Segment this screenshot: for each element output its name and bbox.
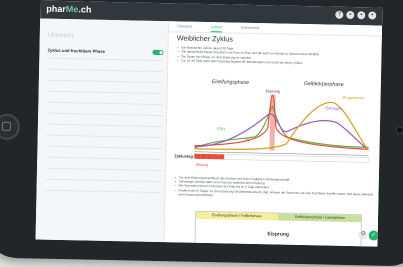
day-cell-bleeding xyxy=(206,154,213,160)
estrogen-label: Östrogen xyxy=(325,105,342,110)
day-cell-bleeding xyxy=(194,153,201,159)
logo-suffix: .ch xyxy=(78,4,92,15)
camera-lens xyxy=(395,125,403,135)
menu-icon[interactable]: • xyxy=(368,11,377,20)
logo-accent: Me xyxy=(65,4,79,15)
divider xyxy=(44,189,161,193)
divider xyxy=(46,112,163,116)
ovulation-label: Eisprung xyxy=(266,89,280,93)
cycle-day-label: Zyklustag xyxy=(174,153,193,158)
day-cell-bleeding xyxy=(200,153,207,160)
divider xyxy=(45,145,162,149)
settings-fab-icon[interactable]: ⚙ xyxy=(358,230,368,240)
toggle-switch[interactable] xyxy=(152,49,164,55)
tab-lernen[interactable]: Lernen xyxy=(211,25,222,29)
home-square-icon xyxy=(1,121,11,131)
sidebar-item-label: Zyklus und fruchtbare Phase xyxy=(47,47,106,54)
phase-table-header-follicular: Eireifungsphase / Follikelphase xyxy=(195,211,279,221)
confirm-fab-icon[interactable]: ✓ xyxy=(368,230,379,241)
divider xyxy=(46,101,163,105)
sidebar: Übersicht Zyklus und fruchtbare Phase xyxy=(35,18,170,243)
main-content: Übersicht Lernen Kommentar Weiblicher Zy… xyxy=(164,21,383,247)
phase-table-header-luteal: Gelbkörperphase / Lutealphase xyxy=(278,213,362,223)
bell-icon[interactable]: • xyxy=(346,10,355,20)
divider xyxy=(46,90,163,94)
tab-uebersicht[interactable]: Übersicht xyxy=(177,24,192,28)
divider xyxy=(44,178,161,182)
progesterone-label: Progesteron xyxy=(343,95,365,100)
help-icon[interactable]: ? xyxy=(335,10,344,19)
bleeding-label: Blutung xyxy=(196,163,208,167)
divider xyxy=(47,57,164,61)
app-logo[interactable]: pharMe.ch xyxy=(46,4,91,15)
logo-prefix: phar xyxy=(46,3,66,15)
lh-label: LH xyxy=(245,137,250,142)
follicular-phase-label: Eireifungsphase xyxy=(212,79,249,86)
home-button[interactable] xyxy=(0,113,21,141)
day-cells-row xyxy=(224,154,369,163)
fsh-label: FSH xyxy=(217,126,225,131)
app-screen: pharMe.ch ? • • • Übersicht Zyklus und f… xyxy=(35,0,383,247)
divider xyxy=(45,123,162,127)
cycle-hormone-chart: Eireifungsphase Gelbkörperphase Eisprung… xyxy=(174,79,369,167)
sidebar-item-zyklus[interactable]: Zyklus und fruchtbare Phase xyxy=(47,45,164,57)
detail-bullets: Vor dem Eisprung beeinflusst das Hormon … xyxy=(173,175,374,200)
divider xyxy=(46,79,163,83)
tab-kommentar[interactable]: Kommentar xyxy=(241,26,260,30)
phase-table: Eireifungsphase / Follikelphase Gelbkörp… xyxy=(194,210,363,247)
day-cell-bleeding xyxy=(212,154,219,160)
page-title: Weiblicher Zyklus xyxy=(176,33,234,44)
tablet-frame: pharMe.ch ? • • • Übersicht Zyklus und f… xyxy=(0,0,403,267)
divider xyxy=(45,134,162,138)
intro-bullets: Ein klassischer Zyklus dauert 28 Tage Di… xyxy=(176,45,377,67)
luteal-phase-label: Gelbkörperphase xyxy=(304,81,344,88)
phase-table-row-label: Eisprung xyxy=(267,231,290,238)
user-icon[interactable]: • xyxy=(357,11,366,20)
sidebar-title: Übersicht xyxy=(47,32,74,40)
day-cell-bleeding xyxy=(218,154,225,160)
divider xyxy=(45,156,162,160)
divider xyxy=(45,167,162,171)
divider xyxy=(47,68,164,72)
